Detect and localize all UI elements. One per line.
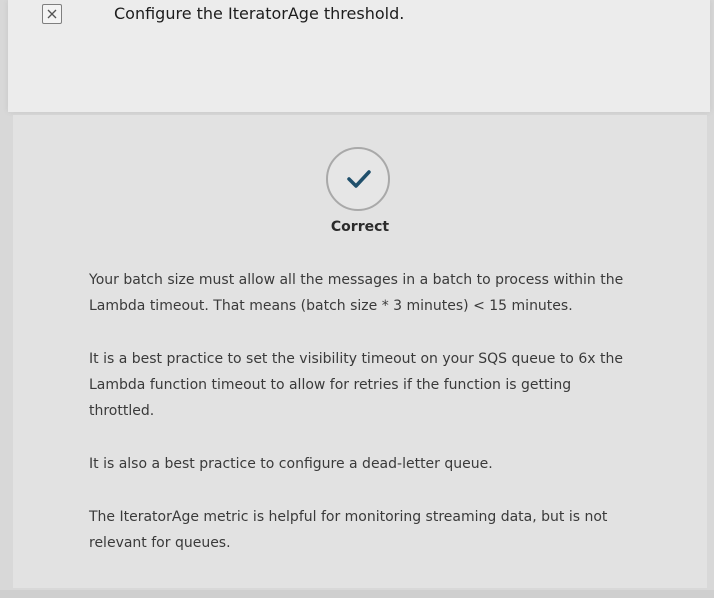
checkmark-icon	[326, 147, 390, 211]
feedback-paragraph: Your batch size must allow all the messa…	[89, 272, 624, 314]
feedback-paragraph: It is a best practice to set the visibil…	[89, 351, 623, 419]
answer-option-text: Configure the IteratorAge threshold.	[114, 4, 405, 23]
bottom-divider	[0, 590, 714, 598]
page: Configure the IteratorAge threshold. Cor…	[0, 0, 714, 598]
feedback-panel: Correct Your batch size must allow all t…	[13, 115, 707, 588]
feedback-paragraph: It is also a best practice to configure …	[89, 456, 493, 472]
answer-option[interactable]: Configure the IteratorAge threshold.	[8, 0, 710, 112]
feedback-paragraph: The IteratorAge metric is helpful for mo…	[89, 509, 608, 551]
status-label: Correct	[330, 219, 390, 235]
incorrect-marker-icon[interactable]	[42, 4, 62, 24]
feedback-explanation: Your batch size must allow all the messa…	[89, 267, 629, 583]
